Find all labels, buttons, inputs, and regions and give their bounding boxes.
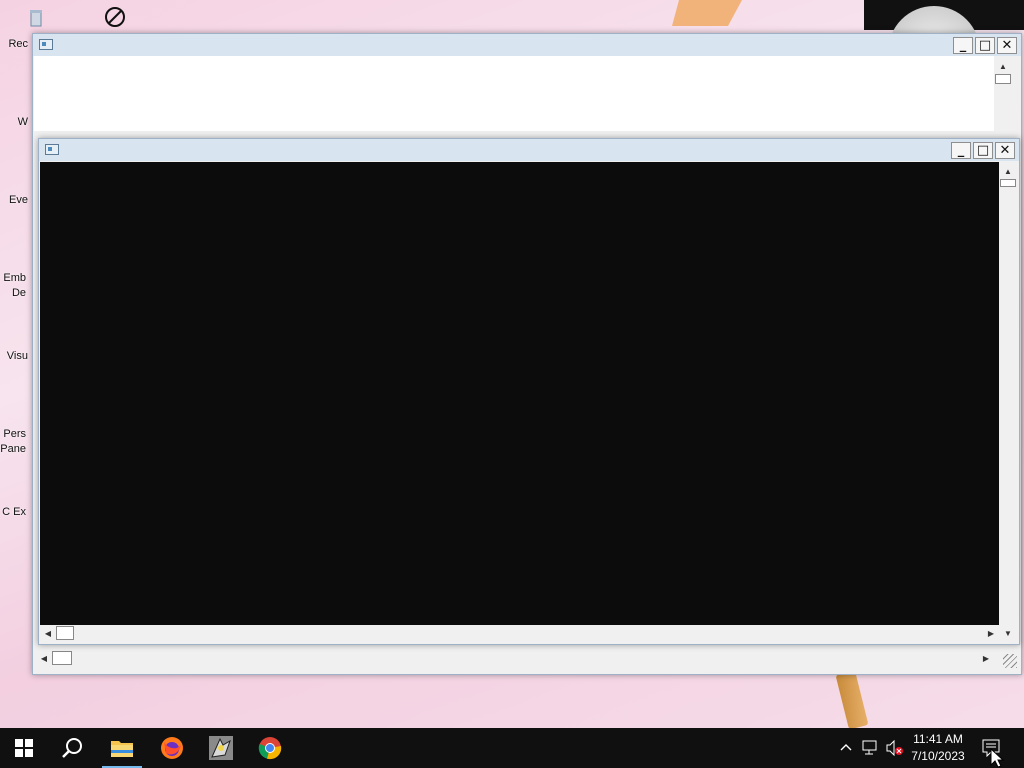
minimize-button[interactable]: _ bbox=[953, 37, 973, 54]
desktop-icon-label[interactable]: W bbox=[0, 115, 28, 130]
scroll-right-arrow-icon[interactable]: ▶ bbox=[983, 625, 999, 641]
horizontal-scrollbar[interactable]: ◀ ▶ bbox=[34, 650, 994, 666]
desktop-icon-label[interactable]: Emb De bbox=[0, 271, 26, 301]
taskbar: 11:41 AM 7/10/2023 bbox=[0, 728, 1024, 768]
window-app-icon bbox=[39, 39, 53, 50]
scrollbar-thumb[interactable] bbox=[995, 74, 1011, 84]
scroll-up-arrow-icon[interactable]: ▲ bbox=[995, 58, 1011, 74]
clock-date: 7/10/2023 bbox=[911, 749, 965, 763]
clock-gadget bbox=[864, 0, 1024, 98]
console-window[interactable]: _ □ ✕ ▲ ▼ ◀ ▶ bbox=[38, 138, 1020, 645]
search-icon[interactable] bbox=[48, 728, 96, 768]
title-bar[interactable]: _ □ ✕ bbox=[39, 139, 1019, 161]
window-app-icon bbox=[45, 144, 59, 155]
horizontal-scrollbar[interactable]: ◀ ▶ bbox=[40, 625, 999, 641]
mouse-cursor-icon bbox=[990, 748, 1004, 768]
scrollbar-thumb[interactable] bbox=[52, 651, 72, 665]
scroll-left-arrow-icon[interactable]: ◀ bbox=[40, 625, 56, 641]
close-button[interactable]: ✕ bbox=[995, 142, 1015, 159]
clock-time: 11:41 AM bbox=[913, 732, 963, 746]
desktop-icon-label[interactable]: C Ex bbox=[0, 505, 26, 520]
scroll-left-arrow-icon[interactable]: ◀ bbox=[36, 650, 52, 666]
blocked-icon bbox=[105, 7, 125, 27]
start-icon[interactable] bbox=[0, 728, 48, 768]
window-client-area[interactable] bbox=[34, 56, 994, 131]
firefox-icon[interactable] bbox=[148, 728, 196, 768]
maximize-button[interactable]: □ bbox=[975, 37, 995, 54]
title-bar[interactable]: _ □ ✕ bbox=[33, 34, 1021, 56]
app-icon[interactable] bbox=[197, 728, 245, 768]
scroll-right-arrow-icon[interactable]: ▶ bbox=[978, 650, 994, 666]
close-button[interactable]: ✕ bbox=[997, 37, 1017, 54]
scroll-down-arrow-icon[interactable]: ▼ bbox=[1000, 625, 1016, 641]
maximize-button[interactable]: □ bbox=[973, 142, 993, 159]
minimize-button[interactable]: _ bbox=[951, 142, 971, 159]
network-icon[interactable] bbox=[862, 740, 880, 756]
desktop-icon-label[interactable]: Rec bbox=[0, 37, 28, 52]
file-explorer-icon[interactable] bbox=[98, 728, 146, 768]
scroll-up-arrow-icon[interactable]: ▲ bbox=[1000, 163, 1016, 179]
desktop-icon-label[interactable]: Pers Pane bbox=[0, 427, 26, 457]
recycle-bin-icon[interactable] bbox=[28, 8, 44, 28]
system-clock[interactable]: 11:41 AM 7/10/2023 bbox=[906, 731, 970, 765]
vertical-scrollbar[interactable]: ▲ ▼ bbox=[999, 161, 1017, 641]
chevron-up-icon[interactable] bbox=[840, 742, 852, 752]
wallpaper-shape bbox=[672, 0, 742, 26]
console-output-area[interactable] bbox=[40, 162, 999, 625]
desktop-icon-label[interactable]: Visu bbox=[0, 349, 28, 364]
wallpaper-shape bbox=[835, 670, 869, 730]
scrollbar-thumb[interactable] bbox=[1000, 179, 1016, 187]
chrome-icon[interactable] bbox=[246, 728, 294, 768]
scrollbar-thumb[interactable] bbox=[56, 626, 74, 640]
volume-muted-icon[interactable] bbox=[886, 740, 904, 756]
resize-grip-icon[interactable] bbox=[1003, 654, 1017, 668]
desktop-icon-label[interactable]: Eve bbox=[0, 193, 28, 208]
